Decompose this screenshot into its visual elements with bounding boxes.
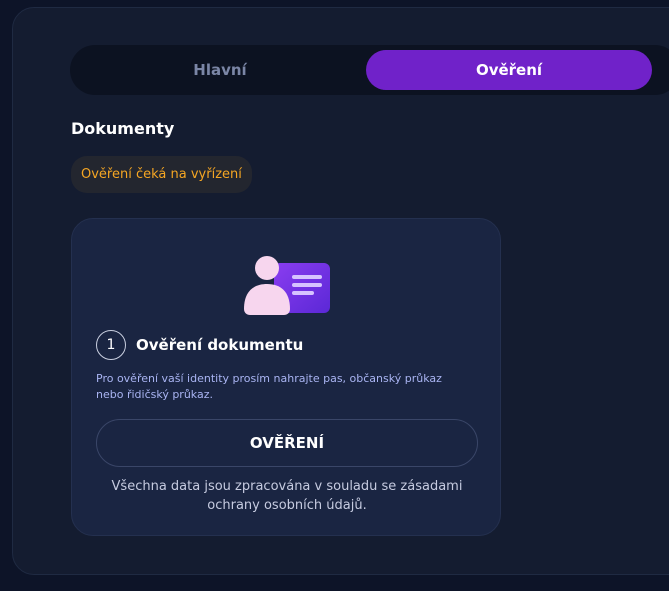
step-number: 1 [96, 330, 126, 360]
footnote-line-1: Všechna data jsou zpracována v souladu s… [111, 479, 463, 494]
privacy-footnote: Všechna data jsou zpracována v souladu s… [96, 477, 478, 515]
section-title: Dokumenty [71, 119, 175, 138]
verify-button[interactable]: OVĚŘENÍ [96, 419, 478, 467]
footnote-line-2: ochrany osobních údajů. [207, 498, 367, 513]
document-verification-card: 1 Ověření dokumentu Pro ověření vaší ide… [71, 218, 501, 536]
step-description: Pro ověření vaší identity prosím nahrajt… [96, 371, 476, 403]
description-line-1: Pro ověření vaší identity prosím nahrajt… [96, 372, 442, 385]
tab-verification[interactable]: Ověření [366, 50, 652, 90]
step-title: Ověření dokumentu [136, 336, 304, 354]
description-line-2: nebo řidičský průkaz. [96, 388, 213, 401]
tab-bar: Hlavní Ověření [70, 45, 669, 95]
status-badge: Ověření čeká na vyřízení [71, 156, 252, 193]
step-header: 1 Ověření dokumentu [96, 330, 303, 360]
id-card-icon [244, 256, 330, 315]
tab-main[interactable]: Hlavní [75, 50, 365, 90]
